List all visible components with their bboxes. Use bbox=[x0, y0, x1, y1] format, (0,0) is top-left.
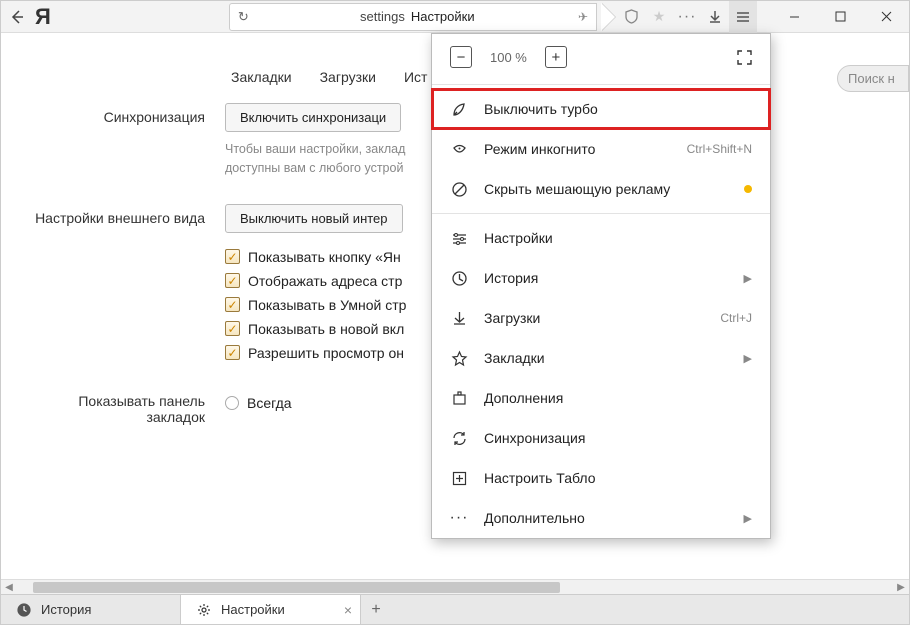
zoom-in-button[interactable]: + bbox=[545, 46, 567, 68]
main-menu-dropdown: − 100 % + Выключить турбо Режим инкогнит… bbox=[431, 33, 771, 539]
shield-icon[interactable] bbox=[617, 1, 645, 33]
menu-zoom-row: − 100 % + bbox=[432, 34, 770, 80]
address-title: Настройки bbox=[411, 9, 475, 24]
menu-item-more[interactable]: ··· Дополнительно ▶ bbox=[432, 498, 770, 538]
minimize-button[interactable] bbox=[771, 1, 817, 33]
radio-always[interactable] bbox=[225, 396, 239, 410]
close-button[interactable] bbox=[863, 1, 909, 33]
section-label-appearance: Настройки внешнего вида bbox=[25, 204, 225, 226]
star-icon bbox=[450, 349, 468, 367]
window-controls bbox=[771, 1, 909, 33]
rocket-icon[interactable]: ✈ bbox=[578, 10, 588, 24]
bookmark-star-icon[interactable]: ★ bbox=[645, 1, 673, 33]
menu-item-adblock[interactable]: Скрыть мешающую рекламу bbox=[432, 169, 770, 209]
nav-history[interactable]: Ист bbox=[404, 69, 427, 85]
menu-item-tableau[interactable]: Настроить Табло bbox=[432, 458, 770, 498]
more-actions-icon[interactable]: ··· bbox=[673, 1, 701, 33]
menu-item-sync[interactable]: Синхронизация bbox=[432, 418, 770, 458]
tab-history[interactable]: История bbox=[1, 595, 181, 624]
addons-icon bbox=[450, 389, 468, 407]
section-label-bookmarksbar: Показывать панель закладок bbox=[25, 387, 225, 425]
horizontal-scrollbar[interactable]: ◀ ▶ bbox=[1, 579, 909, 594]
tab-settings[interactable]: Настройки × bbox=[181, 595, 361, 624]
chk-label-5: Разрешить просмотр он bbox=[248, 345, 404, 361]
bottom-tab-bar: История Настройки × + bbox=[1, 594, 909, 624]
section-label-sync: Синхронизация bbox=[25, 103, 225, 125]
more-icon: ··· bbox=[450, 509, 468, 527]
chevron-right-icon: ▶ bbox=[744, 512, 752, 525]
reload-icon[interactable]: ↻ bbox=[238, 9, 257, 25]
zoom-out-button[interactable]: − bbox=[450, 46, 472, 68]
scrollbar-thumb[interactable] bbox=[33, 582, 560, 593]
checkbox-2[interactable]: ✓ bbox=[225, 273, 240, 288]
chk-label-1: Показывать кнопку «Ян bbox=[248, 249, 401, 265]
checkbox-1[interactable]: ✓ bbox=[225, 249, 240, 264]
fullscreen-icon[interactable] bbox=[737, 50, 752, 65]
new-tab-button[interactable]: + bbox=[361, 595, 391, 624]
checkbox-3[interactable]: ✓ bbox=[225, 297, 240, 312]
no-ads-icon bbox=[450, 180, 468, 198]
incognito-icon bbox=[450, 140, 468, 158]
sliders-icon bbox=[450, 229, 468, 247]
history-icon bbox=[450, 269, 468, 287]
menu-item-turbo[interactable]: Выключить турбо bbox=[432, 89, 770, 129]
scroll-right-icon[interactable]: ▶ bbox=[893, 582, 909, 593]
chevron-right-icon: ▶ bbox=[744, 352, 752, 365]
nav-bookmarks[interactable]: Закладки bbox=[231, 69, 292, 85]
checkbox-5[interactable]: ✓ bbox=[225, 345, 240, 360]
gear-icon bbox=[197, 603, 211, 617]
address-host: settings bbox=[360, 9, 405, 24]
menu-item-settings[interactable]: Настройки bbox=[432, 218, 770, 258]
chk-label-4: Показывать в новой вкл bbox=[248, 321, 404, 337]
menu-item-addons[interactable]: Дополнения bbox=[432, 378, 770, 418]
clock-icon bbox=[17, 603, 31, 617]
download-icon bbox=[450, 309, 468, 327]
enable-sync-button[interactable]: Включить синхронизаци bbox=[225, 103, 401, 132]
menu-item-history[interactable]: История ▶ bbox=[432, 258, 770, 298]
menu-button[interactable] bbox=[729, 1, 757, 33]
settings-search-input[interactable]: Поиск н bbox=[837, 65, 909, 92]
disable-new-interface-button[interactable]: Выключить новый интер bbox=[225, 204, 403, 233]
downloads-icon[interactable] bbox=[701, 1, 729, 33]
browser-toolbar: Я ↻ settings Настройки ✈ ★ ··· bbox=[1, 1, 909, 33]
maximize-button[interactable] bbox=[817, 1, 863, 33]
checkbox-4[interactable]: ✓ bbox=[225, 321, 240, 336]
address-bar-tail bbox=[601, 3, 615, 31]
chk-label-3: Показывать в Умной стр bbox=[248, 297, 406, 313]
yandex-logo[interactable]: Я bbox=[33, 4, 59, 30]
chk-label-2: Отображать адреса стр bbox=[248, 273, 402, 289]
close-tab-icon[interactable]: × bbox=[344, 602, 352, 618]
arrow-left-icon bbox=[10, 10, 24, 24]
page-actions: ★ ··· bbox=[617, 1, 757, 33]
chevron-right-icon: ▶ bbox=[744, 272, 752, 285]
zoom-value: 100 % bbox=[490, 50, 527, 65]
nav-downloads[interactable]: Загрузки bbox=[320, 69, 376, 85]
menu-item-incognito[interactable]: Режим инкогнито Ctrl+Shift+N bbox=[432, 129, 770, 169]
turbo-icon bbox=[450, 100, 468, 118]
tableau-icon bbox=[450, 469, 468, 487]
scroll-left-icon[interactable]: ◀ bbox=[1, 582, 17, 593]
status-dot-amber bbox=[744, 185, 752, 193]
back-button[interactable] bbox=[1, 1, 33, 33]
menu-item-downloads[interactable]: Загрузки Ctrl+J bbox=[432, 298, 770, 338]
menu-item-bookmarks[interactable]: Закладки ▶ bbox=[432, 338, 770, 378]
sync-icon bbox=[450, 429, 468, 447]
address-bar[interactable]: ↻ settings Настройки ✈ bbox=[229, 3, 597, 31]
radio-label-always: Всегда bbox=[247, 395, 292, 411]
